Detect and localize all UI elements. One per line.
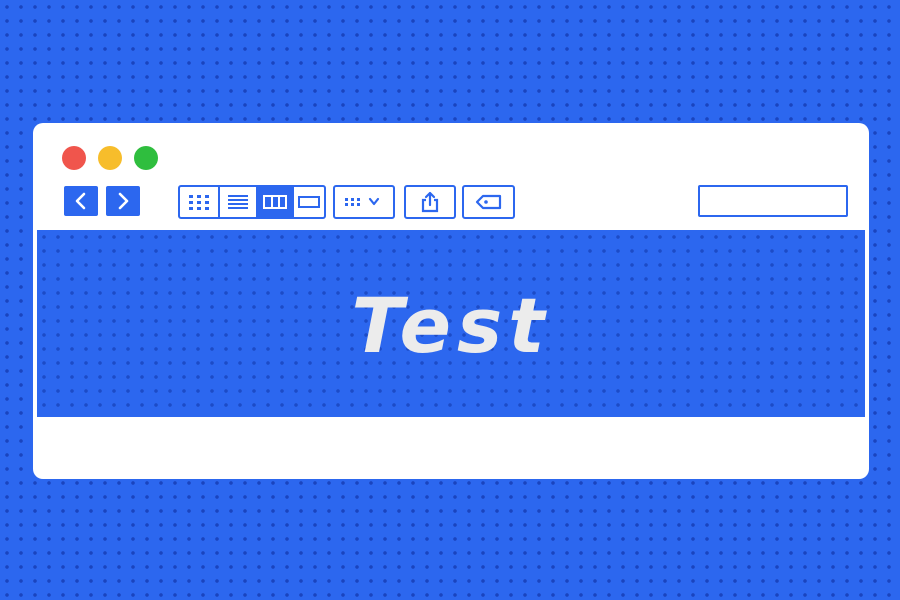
- zoom-window-button[interactable]: [134, 146, 158, 170]
- group-by-button[interactable]: [333, 185, 395, 219]
- group-by-icon: [345, 197, 380, 206]
- list-view-button[interactable]: [218, 187, 256, 217]
- icon-view-button[interactable]: [180, 187, 218, 217]
- search-field[interactable]: [698, 185, 869, 217]
- toolbar: [33, 185, 869, 219]
- chevron-right-icon: [118, 192, 129, 210]
- column-view-button[interactable]: [256, 187, 292, 217]
- chevron-down-icon: [368, 197, 380, 206]
- search-input[interactable]: [710, 188, 869, 214]
- forward-button[interactable]: [106, 186, 140, 216]
- view-mode-selector: [178, 185, 326, 219]
- gallery-view-button[interactable]: [292, 187, 324, 217]
- window-controls: [62, 146, 158, 170]
- chevron-left-icon: [75, 192, 86, 210]
- tag-button[interactable]: [462, 185, 515, 219]
- share-button[interactable]: [404, 185, 456, 219]
- finder-window: Test: [33, 123, 869, 479]
- columns-icon: [263, 195, 287, 209]
- hero-text: Test: [351, 281, 551, 370]
- minimize-window-button[interactable]: [98, 146, 122, 170]
- gallery-icon: [298, 196, 320, 208]
- close-window-button[interactable]: [62, 146, 86, 170]
- list-icon: [228, 195, 248, 209]
- back-button[interactable]: [64, 186, 98, 216]
- content-area: Test: [37, 230, 865, 417]
- share-icon: [421, 191, 439, 213]
- desktop-background: { "window": { "controls": ["close", "min…: [0, 0, 900, 600]
- icon-grid-icon: [189, 195, 209, 210]
- tag-icon: [475, 194, 501, 210]
